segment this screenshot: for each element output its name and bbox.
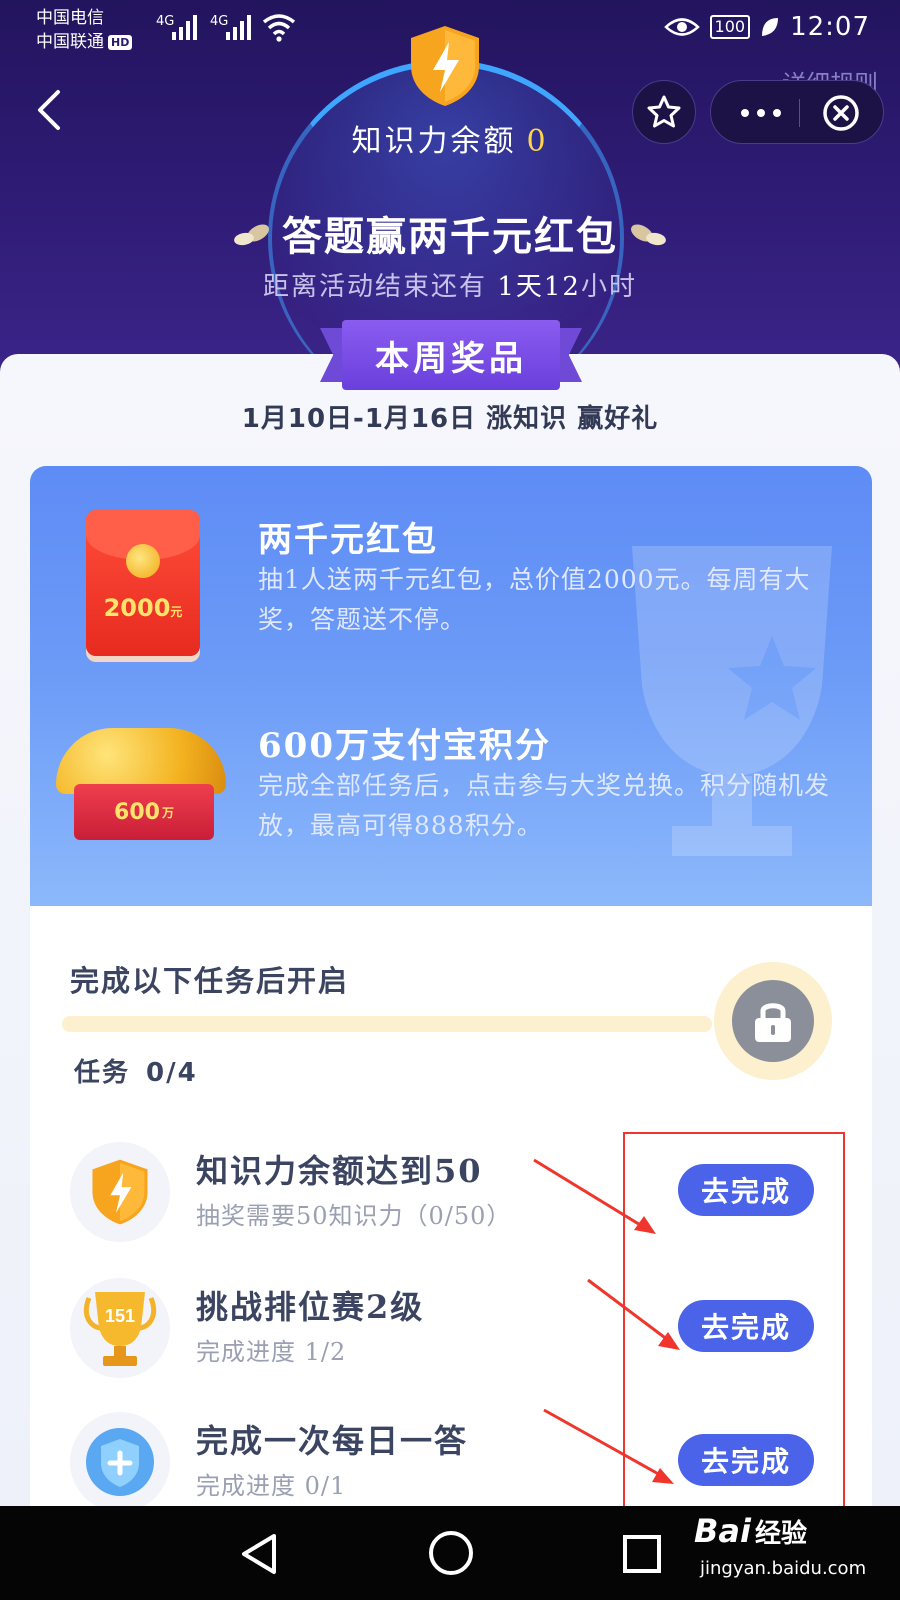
knowledge-balance: 知识力余额 0 [0,116,900,160]
prize-name: 600万支付宝积分 [258,726,551,766]
prize-panel: 2000元 两千元红包 抽1人送两千元红包，总价值2000元。每周有大奖，答题送… [30,466,872,906]
coin-chest-icon: 600 万 [56,728,226,844]
task-name: 完成一次每日一答 [196,1422,469,1460]
title-row: 答题赢两千元红包 [0,204,900,262]
lock-badge [714,962,832,1080]
ribbon-label: 本周奖品 [342,320,560,390]
watermark-url: jingyan.baidu.com [700,1558,867,1579]
laurel-right-icon [631,224,666,246]
task-progress-bar [62,1016,712,1032]
prize-alipay-points: 600 万 600万支付宝积分 完成全部任务后，点击参与大奖兑换。积分随机发放，最… [30,466,872,906]
status-right: 100 12:07 [663,12,870,42]
trophy-label: 151 [105,1306,135,1326]
hd-badge: HD [108,34,133,50]
countdown-prefix: 距离活动结束还有 [263,272,488,302]
eye-icon [663,18,700,36]
task-progress-text: 抽奖需要50知识力（0/50） [196,1202,512,1230]
task-icon [70,1412,170,1512]
lightning-shield-icon [92,1159,148,1225]
task-name: 知识力余额达到50 [196,1152,483,1190]
unlock-title: 完成以下任务后开启 [70,964,350,998]
watermark-logo-text: Bai [694,1512,751,1550]
baidu-watermark: Bai 经验 jingyan.baidu.com [694,1512,890,1598]
prize-dates: 1月10日-1月16日 涨知识 赢好礼 [241,404,659,434]
clock: 12:07 [790,12,870,42]
trophy-icon: 151 [83,1292,157,1366]
signal-bars-icon [172,14,197,40]
laurel-left-icon [234,224,269,246]
countdown-value: 1天12 [497,272,581,302]
task-count-label: 任务 [74,1058,131,1088]
battery-level: 100 [709,15,751,39]
annotation-arrow [587,1278,680,1350]
chest-amount: 600 [114,799,160,825]
countdown: 距离活动结束还有 1天12小时 [0,266,900,303]
carrier-1: 中国电信 [36,8,104,28]
task-icon [70,1142,170,1242]
leaf-icon [762,18,779,36]
carrier-2: 中国联通 [36,32,104,52]
chest-unit: 万 [161,805,174,820]
countdown-suffix: 小时 [580,272,637,302]
annotation-arrow [533,1158,656,1234]
annotation-arrow [543,1408,674,1484]
task-count-value: 0/4 [146,1058,198,1088]
task-icon: 151 [70,1278,170,1378]
signal-bars-icon [226,14,251,40]
status-bar: 中国电信 中国联通 HD 4G 4G 100 12:07 [0,0,900,58]
balance-label: 知识力余额 [351,124,517,159]
prize-desc: 完成全部任务后，点击参与大奖兑换。积分随机发放，最高可得888积分。 [258,771,831,840]
task-progress-text: 完成进度 1/2 [196,1338,347,1366]
weekly-prizes-ribbon: 本周奖品 [320,320,582,390]
watermark-logo: Bai 经验 [694,1512,807,1550]
carrier-info: 中国电信 中国联通 HD [36,6,133,54]
nav-home-icon[interactable] [426,1528,476,1578]
watermark-logo-cn: 经验 [754,1519,807,1549]
shield-plus-icon [86,1428,154,1496]
task-count: 任务 0/4 [74,1052,198,1089]
lock-icon [755,1003,791,1042]
nav-recents-icon[interactable] [620,1532,664,1576]
header: 中国电信 中国联通HD 4G 4G 100 12:07 详细规则 [0,0,900,370]
page-title: 答题赢两千元红包 [282,213,618,260]
task-progress-text: 完成进度 0/1 [196,1472,347,1500]
task-name: 挑战排位赛2级 [196,1288,425,1326]
balance-value: 0 [526,124,549,159]
wifi-icon [262,14,296,42]
nav-back-icon[interactable] [236,1530,282,1578]
